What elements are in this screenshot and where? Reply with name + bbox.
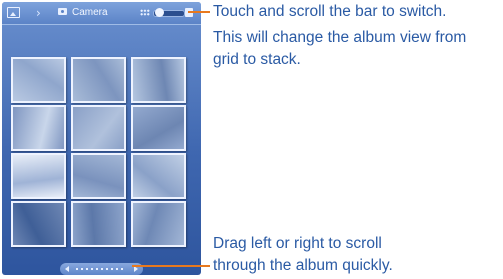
photo-image: [133, 155, 184, 197]
photo-thumbnail[interactable]: [71, 201, 126, 247]
photo-image: [133, 107, 184, 149]
photo-thumbnail[interactable]: [131, 201, 186, 247]
photo-thumbnail[interactable]: [71, 57, 126, 103]
grid-stack-view-switch[interactable]: [140, 7, 194, 18]
photo-image: [73, 155, 124, 197]
photo-thumbnail[interactable]: [131, 57, 186, 103]
photo-thumbnail[interactable]: [71, 153, 126, 199]
photo-thumbnail[interactable]: [11, 105, 66, 151]
album-top-bar: › Camera: [2, 2, 201, 25]
photo-thumbnail[interactable]: [11, 201, 66, 247]
gallery-icon[interactable]: [7, 7, 20, 18]
gallery-screen: › Camera: [2, 2, 201, 275]
scroll-left-arrow-icon[interactable]: [65, 266, 69, 272]
thumbnail-grid: [11, 57, 195, 249]
grid-view-icon: [140, 9, 150, 16]
photo-image: [13, 107, 64, 149]
photo-thumbnail[interactable]: [11, 57, 66, 103]
photo-image: [73, 59, 124, 101]
camera-icon: [58, 8, 67, 15]
photo-image: [13, 203, 64, 245]
scroll-callout-line-2: through the album quickly.: [213, 257, 393, 274]
photo-image: [13, 59, 64, 101]
photo-image: [133, 203, 184, 245]
album-title: Camera: [72, 7, 108, 18]
switch-callout-line-3: grid to stack.: [213, 51, 301, 68]
switch-callout-line: [188, 11, 210, 13]
photo-thumbnail[interactable]: [131, 153, 186, 199]
photo-thumbnail[interactable]: [131, 105, 186, 151]
switch-callout-line-1: Touch and scroll the bar to switch.: [213, 3, 447, 20]
photo-thumbnail[interactable]: [71, 105, 126, 151]
photo-image: [73, 107, 124, 149]
scroll-track[interactable]: [76, 268, 126, 270]
photo-image: [73, 203, 124, 245]
photo-image: [13, 155, 64, 197]
view-switch-knob[interactable]: [155, 8, 164, 17]
scroll-callout-line-1: Drag left or right to scroll: [213, 235, 382, 252]
switch-callout-line-2: This will change the album view from: [213, 29, 467, 46]
photo-image: [133, 59, 184, 101]
album-scroll-bar[interactable]: [60, 263, 143, 275]
photo-thumbnail[interactable]: [11, 153, 66, 199]
scroll-callout-line: [132, 265, 210, 267]
chevron-right-icon: ›: [36, 6, 41, 20]
